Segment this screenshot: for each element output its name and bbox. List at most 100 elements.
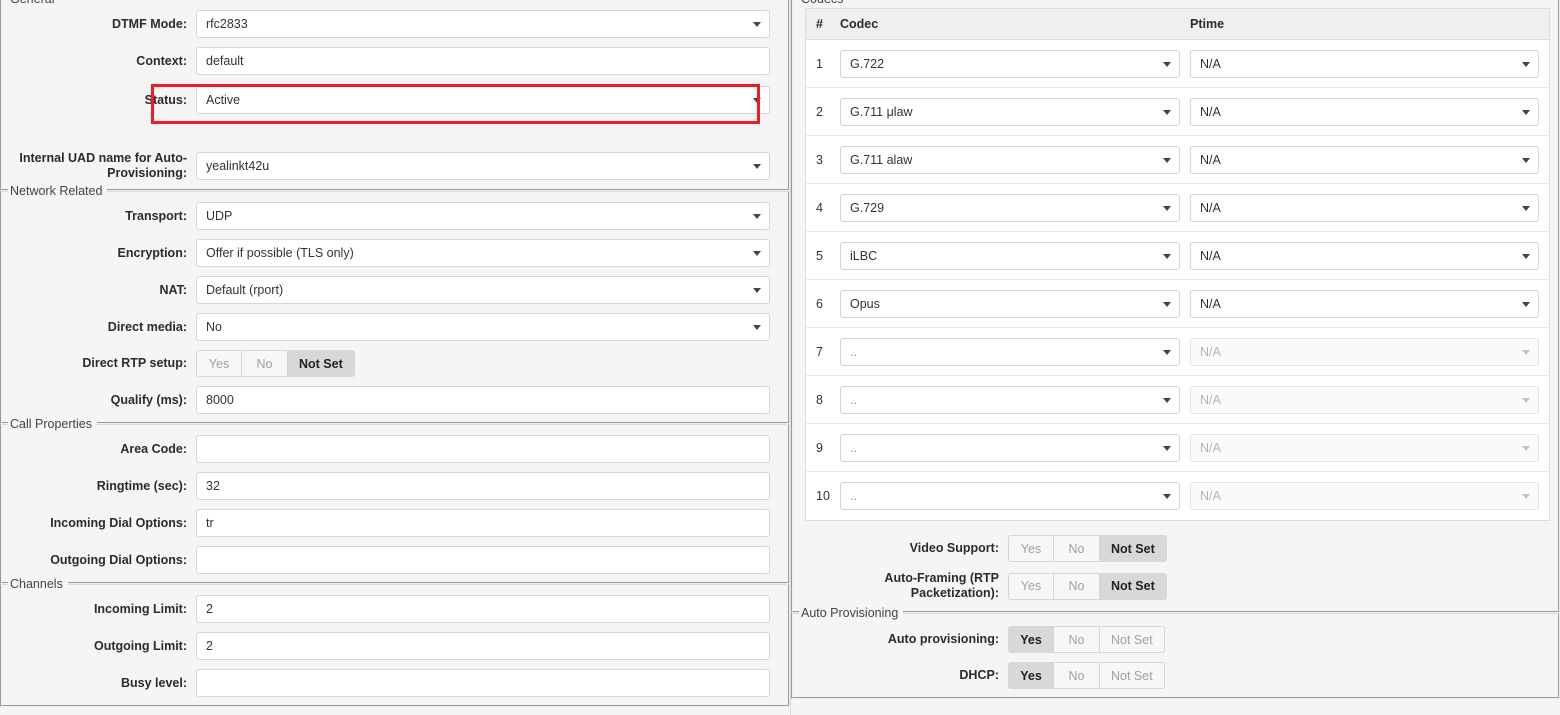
table-row: 9 .. N/A (806, 424, 1549, 472)
auto-provisioning-option-no[interactable]: No (1054, 626, 1100, 653)
ptime-select[interactable]: N/A (1190, 193, 1539, 222)
field-status: Status: Active (2, 86, 780, 114)
field-direct-rtp-setup-label: Direct RTP setup: (82, 356, 187, 370)
field-auto-framing: Auto-Framing (RTP Packetization): Yes No… (793, 571, 1550, 601)
field-dtmf-mode: DTMF Mode: rfc2833 (2, 10, 780, 38)
encryption-value: Offer if possible (TLS only) (206, 246, 354, 260)
field-encryption-label: Encryption: (117, 245, 187, 260)
codec-select[interactable]: Opus (840, 289, 1180, 318)
dhcp-option-no[interactable]: No (1054, 662, 1100, 689)
group-general: General DTMF Mode: rfc2833 Context: (0, 0, 790, 191)
video-support-toggle[interactable]: Yes No Not Set (1008, 535, 1167, 562)
chevron-down-icon (1163, 157, 1171, 163)
outgoing-limit-input[interactable]: 2 (196, 632, 770, 660)
context-input[interactable]: default (196, 47, 770, 75)
video-support-option-not-set[interactable]: Not Set (1100, 535, 1167, 562)
table-row: 7 .. N/A (806, 328, 1549, 376)
incoming-limit-input[interactable]: 2 (196, 595, 770, 623)
field-qualify-ms: Qualify (ms): 8000 (2, 386, 780, 414)
auto-framing-toggle[interactable]: Yes No Not Set (1008, 572, 1167, 600)
auto-provisioning-option-not-set[interactable]: Not Set (1100, 626, 1165, 653)
qualify-ms-input[interactable]: 8000 (196, 386, 770, 414)
ringtime-input[interactable]: 32 (196, 472, 770, 500)
video-support-option-yes[interactable]: Yes (1008, 535, 1054, 562)
auto-provisioning-option-yes[interactable]: Yes (1008, 626, 1054, 653)
ptime-select[interactable]: N/A (1190, 97, 1539, 126)
table-row: 8 .. N/A (806, 376, 1549, 424)
field-direct-rtp-setup: Direct RTP setup: Yes No Not Set (2, 350, 780, 377)
chevron-down-icon (1163, 301, 1171, 307)
direct-rtp-setup-option-yes[interactable]: Yes (196, 350, 242, 377)
field-video-support: Video Support: Yes No Not Set (793, 535, 1550, 562)
group-call-properties-body: Area Code: Ringtime (sec): 32 Incoming D… (2, 425, 788, 582)
field-auto-provisioning: Auto provisioning: Yes No Not Set (793, 626, 1550, 653)
field-auto-framing-label: Auto-Framing (RTP Packetization): (884, 571, 999, 600)
direct-rtp-setup-toggle[interactable]: Yes No Not Set (196, 350, 355, 377)
dtmf-mode-select[interactable]: rfc2833 (196, 10, 770, 38)
ringtime-value: 32 (206, 479, 220, 493)
ptime-select[interactable]: N/A (1190, 241, 1539, 270)
group-network-related-legend: Network Related (8, 184, 108, 198)
direct-media-value: No (206, 320, 222, 334)
group-auto-provisioning-body: Auto provisioning: Yes No Not Set DHCP: … (793, 614, 1558, 697)
codec-row-number: 4 (816, 200, 823, 215)
field-status-label: Status: (144, 92, 187, 107)
dhcp-option-not-set[interactable]: Not Set (1100, 662, 1165, 689)
codec-select[interactable]: .. (840, 337, 1180, 366)
dhcp-toggle[interactable]: Yes No Not Set (1008, 662, 1165, 689)
codec-value: .. (850, 489, 857, 503)
group-general-legend: General (8, 0, 60, 6)
group-call-properties: Call Properties Area Code: Ringtime (sec… (0, 417, 790, 584)
encryption-select[interactable]: Offer if possible (TLS only) (196, 239, 770, 267)
ptime-select[interactable]: N/A (1190, 145, 1539, 174)
chevron-down-icon (753, 98, 761, 103)
ptime-value: N/A (1200, 344, 1221, 359)
direct-media-select[interactable]: No (196, 313, 770, 341)
codec-select[interactable]: iLBC (840, 241, 1180, 270)
codec-select[interactable]: G.711 alaw (840, 145, 1180, 174)
incoming-dial-options-input[interactable]: tr (196, 509, 770, 537)
transport-select[interactable]: UDP (196, 202, 770, 230)
ptime-value: N/A (1200, 152, 1221, 167)
table-row: 10 .. N/A (806, 472, 1549, 520)
area-code-input[interactable] (196, 435, 770, 463)
codec-select[interactable]: G.711 μlaw (840, 97, 1180, 126)
codec-select[interactable]: .. (840, 482, 1180, 510)
codec-select[interactable]: .. (840, 433, 1180, 462)
codec-select[interactable]: G.729 (840, 193, 1180, 222)
field-busy-level: Busy level: (2, 669, 780, 697)
incoming-dial-options-value: tr (206, 516, 214, 530)
group-general-body: DTMF Mode: rfc2833 Context: default Stat… (2, 0, 788, 189)
codec-select[interactable]: G.722 (840, 49, 1180, 78)
codec-row-number: 9 (816, 440, 823, 455)
codec-select[interactable]: .. (840, 385, 1180, 414)
nat-select[interactable]: Default (rport) (196, 276, 770, 304)
auto-provisioning-toggle[interactable]: Yes No Not Set (1008, 626, 1165, 653)
auto-framing-option-yes[interactable]: Yes (1008, 572, 1054, 600)
chevron-down-icon (753, 325, 761, 330)
left-column: General DTMF Mode: rfc2833 Context: (0, 0, 790, 715)
field-transport-label: Transport: (125, 208, 187, 223)
auto-framing-option-no[interactable]: No (1054, 572, 1100, 600)
field-area-code-label: Area Code: (120, 441, 187, 456)
chevron-down-icon (1522, 494, 1530, 499)
ptime-value: N/A (1200, 440, 1221, 455)
field-encryption: Encryption: Offer if possible (TLS only) (2, 239, 780, 267)
dhcp-option-yes[interactable]: Yes (1008, 662, 1054, 689)
auto-framing-option-not-set[interactable]: Not Set (1100, 572, 1167, 600)
internal-uad-name-select[interactable]: yealinkt42u (196, 152, 770, 180)
outgoing-dial-options-input[interactable] (196, 546, 770, 574)
field-video-support-label: Video Support: (909, 541, 999, 555)
field-incoming-dial-options-label: Incoming Dial Options: (50, 515, 187, 530)
direct-rtp-setup-option-not-set[interactable]: Not Set (288, 350, 355, 377)
table-row: 6 Opus N/A (806, 280, 1549, 328)
chevron-down-icon (1522, 157, 1530, 163)
direct-rtp-setup-option-no[interactable]: No (242, 350, 288, 377)
ptime-select[interactable]: N/A (1190, 49, 1539, 78)
status-select[interactable]: Active (196, 86, 770, 114)
ptime-select[interactable]: N/A (1190, 289, 1539, 318)
video-support-option-no[interactable]: No (1054, 535, 1100, 562)
field-context-label: Context: (136, 53, 187, 68)
chevron-down-icon (1163, 494, 1171, 499)
busy-level-input[interactable] (196, 669, 770, 697)
